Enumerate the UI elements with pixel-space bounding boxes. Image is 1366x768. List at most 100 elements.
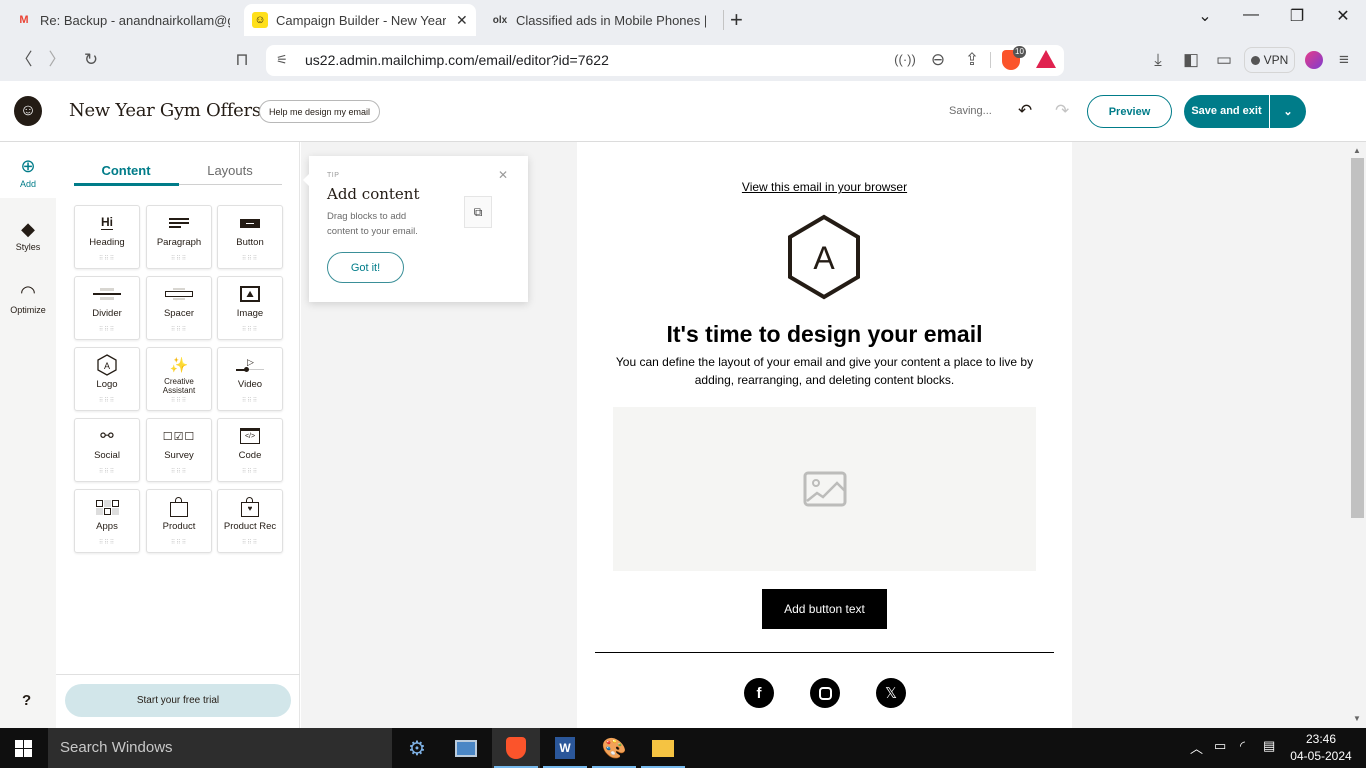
drag-handle-icon[interactable]: ⠿⠿⠿ (218, 398, 282, 404)
preview-button[interactable]: Preview (1087, 95, 1172, 128)
x-twitter-icon[interactable]: 𝕏 (876, 678, 906, 708)
drag-handle-icon[interactable]: ⠿⠿⠿ (218, 540, 282, 546)
scroll-down-icon[interactable]: ▼ (1353, 714, 1361, 723)
content-block-survey[interactable]: ☐☑☐ Survey ⠿⠿⠿ (146, 418, 212, 482)
drag-handle-icon[interactable]: ⠿⠿⠿ (218, 469, 282, 475)
tab-content[interactable]: Content (74, 163, 178, 178)
taskbar-word[interactable]: W (541, 728, 589, 768)
scroll-up-icon[interactable]: ▲ (1353, 146, 1361, 155)
drag-handle-icon[interactable]: ⠿⠿⠿ (147, 256, 211, 262)
share-icon[interactable]: ⇪ (960, 50, 984, 70)
drag-handle-icon[interactable]: ⠿⠿⠿ (75, 540, 139, 546)
drag-handle-icon[interactable]: ⠿⠿⠿ (75, 398, 139, 404)
drag-handle-icon[interactable]: ⠿⠿⠿ (75, 469, 139, 475)
close-window-icon[interactable]: ✕ (1328, 6, 1358, 26)
view-in-browser-link[interactable]: View this email in your browser (577, 180, 1072, 194)
content-block-spacer[interactable]: Spacer ⠿⠿⠿ (146, 276, 212, 340)
cast-blocked-icon[interactable]: ((·)) (893, 50, 917, 70)
content-block-heading[interactable]: Hi Heading ⠿⠿⠿ (74, 205, 140, 269)
content-block-creative-assistant[interactable]: ✨ Creative Assistant ⠿⠿⠿ (146, 347, 212, 411)
email-cta-button[interactable]: Add button text (762, 589, 887, 629)
save-and-exit-button[interactable]: Save and exit ⌄ (1184, 95, 1306, 128)
close-tab-icon[interactable]: ✕ (456, 12, 468, 29)
email-headline[interactable]: It's time to design your email (577, 321, 1072, 348)
browser-tab-gmail[interactable]: M Re: Backup - anandnairkollam@gmail (8, 6, 240, 34)
browser-tab-olx[interactable]: olx Classified ads in Mobile Phones | OL… (484, 6, 716, 34)
help-icon[interactable]: ? (22, 692, 31, 709)
campaign-title[interactable]: New Year Gym Offers (69, 100, 261, 121)
reload-icon[interactable]: ↻ (79, 50, 103, 70)
restore-icon[interactable]: ❐ (1282, 6, 1312, 26)
content-block-video[interactable]: ▷ Video ⠿⠿⠿ (217, 347, 283, 411)
wallet-icon[interactable]: ▭ (1212, 50, 1236, 70)
content-block-apps[interactable]: Apps ⠿⠿⠿ (74, 489, 140, 553)
scrollbar-thumb[interactable] (1351, 158, 1364, 518)
content-block-code[interactable]: </> Code ⠿⠿⠿ (217, 418, 283, 482)
help-design-button[interactable]: Help me design my email (259, 100, 380, 123)
drag-handle-icon[interactable]: ⠿⠿⠿ (147, 327, 211, 333)
wifi-icon[interactable]: ◜ (1240, 738, 1245, 754)
bookmark-icon[interactable]: ⊓ (230, 50, 254, 70)
instagram-icon[interactable] (810, 678, 840, 708)
content-block-divider[interactable]: Divider ⠿⠿⠿ (74, 276, 140, 340)
facebook-icon[interactable]: f (744, 678, 774, 708)
content-block-button[interactable]: Button ⠿⠿⠿ (217, 205, 283, 269)
taskbar-brave[interactable] (492, 728, 540, 768)
drag-handle-icon[interactable]: ⠿⠿⠿ (147, 398, 211, 404)
tab-search-chevron-icon[interactable]: ⌄ (1190, 6, 1220, 26)
rail-item-optimize[interactable]: ◠ Optimize (0, 282, 56, 315)
redo-icon[interactable]: ↷ (1055, 101, 1069, 121)
block-label: Spacer (163, 308, 195, 319)
drag-handle-icon[interactable]: ⠿⠿⠿ (147, 469, 211, 475)
new-tab-button[interactable]: + (730, 7, 743, 33)
start-free-trial-button[interactable]: Start your free trial (65, 684, 291, 717)
taskbar-remote-desktop[interactable] (442, 728, 490, 768)
content-block-image[interactable]: ⛰ Image ⠿⠿⠿ (217, 276, 283, 340)
taskbar-settings[interactable]: ⚙ (393, 728, 441, 768)
content-block-product-rec[interactable]: ♥ Product Rec ⠿⠿⠿ (217, 489, 283, 553)
tray-overflow-icon[interactable]: ︿ (1190, 738, 1203, 757)
taskbar-file-explorer[interactable] (639, 728, 687, 768)
content-block-paragraph[interactable]: Paragraph ⠿⠿⠿ (146, 205, 212, 269)
undo-icon[interactable]: ↶ (1018, 101, 1032, 121)
profile-avatar[interactable] (1305, 51, 1323, 69)
battery-icon[interactable]: ▭ (1214, 738, 1226, 754)
windows-start-icon[interactable] (15, 740, 32, 757)
brave-rewards-icon[interactable] (1036, 50, 1056, 68)
chevron-down-icon[interactable]: ⌄ (1270, 105, 1306, 118)
logo-placeholder-icon[interactable]: A (784, 213, 864, 301)
image-placeholder[interactable] (613, 407, 1036, 571)
zoom-out-icon[interactable]: ⊖ (926, 50, 950, 70)
content-block-logo[interactable]: A Logo ⠿⠿⠿ (74, 347, 140, 411)
drag-handle-icon[interactable]: ⠿⠿⠿ (218, 327, 282, 333)
vpn-button[interactable]: VPN (1244, 47, 1295, 73)
drag-handle-icon[interactable]: ⠿⠿⠿ (218, 256, 282, 262)
notifications-icon[interactable]: ▤ (1263, 738, 1275, 754)
tab-layouts[interactable]: Layouts (178, 163, 282, 178)
taskbar-clock[interactable]: 23:46 04-05-2024 (1285, 731, 1357, 765)
drag-handle-icon[interactable]: ⠿⠿⠿ (75, 256, 139, 262)
back-icon[interactable]: 〈 (12, 50, 36, 70)
url-text[interactable]: us22.admin.mailchimp.com/email/editor?id… (305, 52, 609, 68)
rail-item-styles[interactable]: ◆ Styles (0, 219, 56, 252)
tab-title: Re: Backup - anandnairkollam@gmail (40, 12, 230, 28)
rail-item-add[interactable]: ⊕ Add (0, 156, 56, 189)
email-body-text[interactable]: You can define the layout of your email … (612, 353, 1037, 389)
save-and-exit-label[interactable]: Save and exit (1184, 95, 1270, 128)
downloads-icon[interactable]: ⤓ (1146, 50, 1170, 70)
site-settings-icon[interactable]: ⚟ (270, 50, 294, 70)
mailchimp-logo-icon[interactable]: ☺ (14, 96, 42, 126)
browser-tab-campaign-builder[interactable]: ☺ Campaign Builder - New Year Gym ✕ (244, 4, 476, 36)
forward-icon[interactable]: 〉 (45, 50, 69, 70)
content-block-social[interactable]: ⚯ Social ⠿⠿⠿ (74, 418, 140, 482)
taskbar-paint[interactable]: 🎨 (590, 728, 638, 768)
windows-search-box[interactable]: Search Windows (48, 728, 392, 768)
close-tip-icon[interactable]: ✕ (498, 168, 508, 182)
drag-handle-icon[interactable]: ⠿⠿⠿ (75, 327, 139, 333)
minimize-icon[interactable]: — (1236, 6, 1266, 24)
menu-icon[interactable]: ≡ (1332, 50, 1356, 70)
drag-handle-icon[interactable]: ⠿⠿⠿ (147, 540, 211, 546)
content-block-product[interactable]: Product ⠿⠿⠿ (146, 489, 212, 553)
sidebar-icon[interactable]: ◧ (1179, 50, 1203, 70)
got-it-button[interactable]: Got it! (327, 252, 404, 283)
